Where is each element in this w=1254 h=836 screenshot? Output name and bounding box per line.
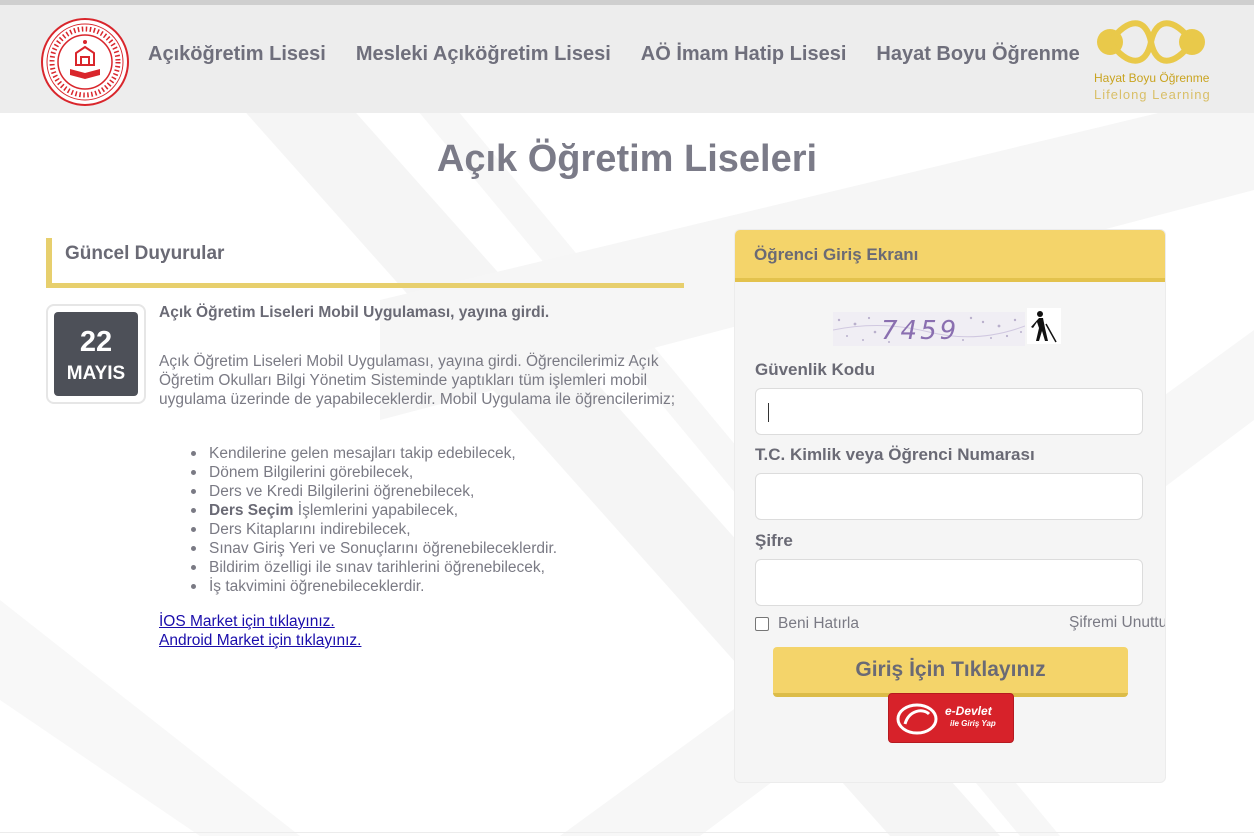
list-item: Kendilerine gelen mesajları takip edebil… — [191, 444, 671, 463]
news-section-heading: Güncel Duyurular — [46, 238, 684, 288]
edevlet-login-button[interactable]: e-Devlet ile Giriş Yap — [888, 693, 1014, 743]
footer-divider — [0, 832, 1254, 833]
captcha-text: 7459 — [881, 316, 959, 346]
edevlet-subtext: ile Giriş Yap — [950, 719, 996, 728]
login-submit-button[interactable]: Giriş İçin Tıklayınız — [773, 647, 1128, 697]
hbo-logo-text-line2: Lifelong Learning — [1094, 87, 1211, 102]
market-links: İOS Market için tıklayınız. Android Mark… — [159, 612, 361, 650]
security-code-label: Güvenlik Kodu — [755, 360, 875, 379]
list-item: Ders Kitaplarını indirebilecek, — [191, 520, 671, 539]
remember-me-checkbox[interactable] — [755, 617, 769, 631]
list-item: Dönem Bilgilerini görebilecek, — [191, 463, 671, 482]
news-title: Açık Öğretim Liseleri Mobil Uygulaması, … — [159, 304, 550, 321]
password-input[interactable] — [755, 559, 1143, 606]
page-title: Açık Öğretim Liseleri — [436, 138, 818, 180]
list-item-bold: Ders Seçim — [209, 502, 294, 519]
ios-market-link[interactable]: İOS Market için tıklayınız. — [159, 612, 361, 631]
nav-ao-imam-hatip-lisesi[interactable]: AÖ İmam Hatip Lisesi — [641, 43, 847, 66]
student-login-panel: Öğrenci Giriş Ekranı 7459 Güvenlik Kodu … — [734, 229, 1166, 783]
nav-acikogretim-lisesi[interactable]: Açıköğretim Lisesi — [148, 43, 326, 66]
edevlet-text: e-Devlet — [945, 704, 992, 718]
date-month: MAYIS — [66, 363, 126, 384]
captcha-image: 7459 — [833, 312, 1025, 346]
news-heading-text: Güncel Duyurular — [65, 243, 225, 264]
android-market-link[interactable]: Android Market için tıklayınız. — [159, 631, 361, 650]
login-panel-header: Öğrenci Giriş Ekranı — [735, 230, 1165, 282]
list-item: İş takvimini öğrenebileceklerdir. — [191, 577, 671, 596]
news-feature-list: Kendilerine gelen mesajları takip edebil… — [191, 444, 671, 596]
forgot-password-link[interactable]: Şifremi Unuttum — [1069, 614, 1165, 632]
news-date-badge: 22 MAYIS — [46, 304, 146, 404]
hbo-logo-text-line1: Hayat Boyu Öğrenme — [1094, 71, 1210, 85]
list-item-text: İşlemlerini yapabilecek, — [293, 502, 458, 519]
id-number-input[interactable] — [755, 473, 1143, 520]
top-border — [0, 0, 1254, 5]
nav-hayat-boyu-ogrenme[interactable]: Hayat Boyu Öğrenme — [876, 43, 1079, 66]
date-day: 22 — [79, 326, 113, 358]
edevlet-swirl-icon — [896, 703, 938, 735]
ministry-seal-icon — [41, 18, 129, 106]
news-paragraph: Açık Öğretim Liseleri Mobil Uygulaması, … — [159, 353, 676, 408]
security-code-input[interactable] — [755, 388, 1143, 435]
remember-me-label[interactable]: Beni Hatırla — [778, 615, 859, 633]
list-item: Ders Seçim İşlemlerini yapabilecek, — [191, 501, 671, 520]
id-number-label: T.C. Kimlik veya Öğrenci Numarası — [755, 445, 1035, 464]
password-label: Şifre — [755, 531, 793, 550]
header: Açıköğretim Lisesi Mesleki Açıköğretim L… — [0, 5, 1254, 113]
main-nav: Açıköğretim Lisesi Mesleki Açıköğretim L… — [148, 43, 1110, 66]
login-heading: Öğrenci Giriş Ekranı — [754, 245, 919, 264]
list-item: Bildirim özelligi ile sınav tarihlerini … — [191, 558, 671, 577]
text-caret — [768, 403, 769, 422]
date-inner: 22 MAYIS — [54, 312, 138, 396]
nav-mesleki-acikogretim-lisesi[interactable]: Mesleki Açıköğretim Lisesi — [356, 43, 611, 66]
blind-person-icon[interactable] — [1027, 308, 1061, 344]
remember-me[interactable]: Beni Hatırla — [755, 615, 859, 633]
list-item: Ders ve Kredi Bilgilerini öğrenebilecek, — [191, 482, 671, 501]
list-item: Sınav Giriş Yeri ve Sonuçlarını öğrenebi… — [191, 539, 671, 558]
